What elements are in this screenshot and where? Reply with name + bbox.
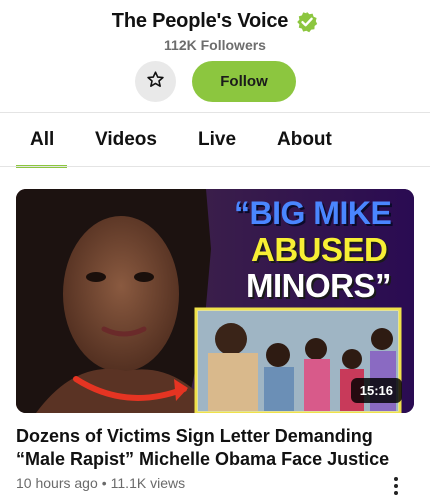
follower-count: 112K Followers [164,37,266,53]
meta-separator: • [101,475,107,491]
tab-about[interactable]: About [277,129,332,151]
tabs-divider [0,166,430,167]
channel-title-row: The People's Voice [0,10,430,33]
video-thumbnail[interactable]: “BIG MIKE ABUSED MINORS” 15:16 [16,189,414,413]
video-card[interactable]: “BIG MIKE ABUSED MINORS” 15:16 Dozens of… [16,189,414,495]
channel-name: The People's Voice [111,10,289,32]
channel-header: The People's Voice 112K Followers Follow [0,0,430,112]
channel-tabs: All Videos Live About [0,113,430,168]
thumbnail-headline-line1: “BIG MIKE [234,195,392,231]
more-options-button[interactable] [387,473,405,499]
channel-actions: Follow [0,61,430,103]
video-duration-badge: 15:16 [350,378,402,403]
star-outline-icon [146,70,165,94]
video-views: 11.1K views [110,475,186,491]
favorite-button[interactable] [135,61,176,102]
tab-all[interactable]: All [30,129,54,151]
follow-button[interactable]: Follow [192,61,296,102]
thumbnail-headline-line2: ABUSED [251,231,388,268]
video-title[interactable]: Dozens of Victims Sign Letter Demanding … [16,425,414,471]
tab-videos[interactable]: Videos [95,129,157,151]
more-vertical-icon [394,477,398,481]
thumbnail-headline-line3: MINORS” [246,267,392,304]
video-meta: 10 hours ago • 11.1K views [16,475,185,491]
video-age: 10 hours ago [16,475,98,491]
verified-badge-icon [296,11,318,33]
tab-live[interactable]: Live [198,129,236,151]
